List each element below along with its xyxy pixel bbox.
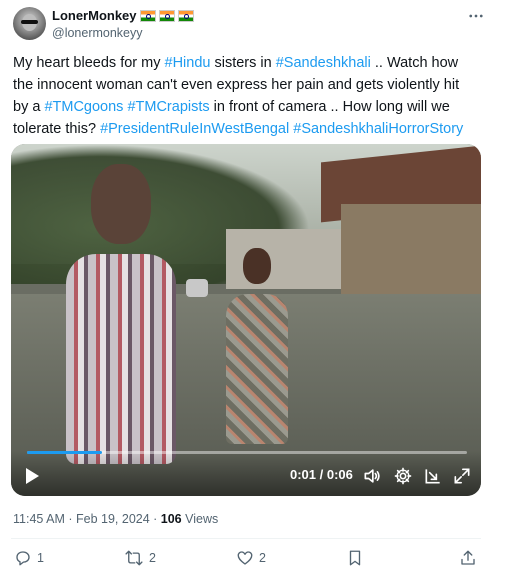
repost-icon xyxy=(125,550,143,566)
play-button[interactable] xyxy=(21,465,43,487)
actions-divider xyxy=(11,538,481,539)
more-options-button[interactable] xyxy=(466,6,486,26)
reply-icon xyxy=(16,551,30,566)
repost-button[interactable]: 2 xyxy=(124,549,156,567)
video-time-display: 0:01 / 0:06 xyxy=(290,467,353,482)
video-frame-microphone xyxy=(186,279,208,297)
tweet-meta: 11:45 AM · Feb 19, 2024 · 106 Views xyxy=(13,512,218,526)
dock-icon xyxy=(425,469,440,484)
bookmark-icon xyxy=(349,550,361,566)
video-time-separator: / xyxy=(316,467,327,482)
author-display-name[interactable]: LonerMonkey xyxy=(52,8,137,23)
hashtag-link[interactable]: #TMCrapists xyxy=(127,99,209,115)
dock-video-button[interactable] xyxy=(422,465,444,487)
hashtag-link[interactable]: #PresidentRuleInWestBengal xyxy=(100,121,289,137)
tweet-actions-bar: 1 2 2 xyxy=(11,549,481,571)
tweet-time[interactable]: 11:45 AM xyxy=(13,512,65,526)
hashtag-link[interactable]: #SandeshkhaliHorrorStory xyxy=(293,121,463,137)
avatar[interactable] xyxy=(13,7,46,40)
views-label: Views xyxy=(181,512,219,526)
play-icon xyxy=(26,468,39,484)
indian-flag-icon xyxy=(139,9,156,22)
volume-button[interactable] xyxy=(361,465,383,487)
like-count: 2 xyxy=(259,551,266,565)
tweet-text-segment: sisters in xyxy=(210,55,276,71)
expand-icon xyxy=(454,468,470,484)
avatar-sunglasses xyxy=(21,20,38,24)
video-frame-woman xyxy=(226,294,288,444)
fullscreen-button[interactable] xyxy=(451,465,473,487)
video-frame-man xyxy=(66,254,176,464)
video-frame-man-head xyxy=(91,164,151,244)
indian-flag-icon xyxy=(158,9,175,22)
volume-icon xyxy=(364,469,380,483)
video-frame-woman-head xyxy=(243,248,271,284)
tweet-date[interactable]: Feb 19, 2024 xyxy=(76,512,150,526)
video-progress-bar[interactable] xyxy=(27,451,467,454)
tweet-card: LonerMonkey @lonermonkeyy My heart bleed… xyxy=(0,0,521,578)
meta-separator: · xyxy=(149,512,161,526)
meta-separator: · xyxy=(64,512,76,526)
gear-icon xyxy=(394,467,412,485)
repost-count: 2 xyxy=(149,551,156,565)
share-button[interactable] xyxy=(459,549,477,567)
hashtag-link[interactable]: #Sandeshkhali xyxy=(276,55,371,71)
video-current-time: 0:01 xyxy=(290,467,317,482)
hashtag-link[interactable]: #TMCgoons xyxy=(44,99,123,115)
hashtag-link[interactable]: #Hindu xyxy=(165,55,211,71)
video-duration: 0:06 xyxy=(326,467,353,482)
more-horizontal-icon xyxy=(469,14,483,18)
tweet-text: My heart bleeds for my #Hindu sisters in… xyxy=(13,52,483,140)
like-button[interactable]: 2 xyxy=(236,549,266,567)
video-progress-fill xyxy=(27,451,102,454)
author-handle[interactable]: @lonermonkeyy xyxy=(52,26,143,40)
reply-count: 1 xyxy=(37,551,44,565)
video-frame-house xyxy=(341,204,481,304)
reply-button[interactable]: 1 xyxy=(14,549,44,567)
tweet-text-segment: My heart bleeds for my xyxy=(13,55,165,71)
video-player[interactable]: 0:01 / 0:06 xyxy=(11,144,481,496)
bookmark-button[interactable] xyxy=(347,549,363,567)
author-name-row: LonerMonkey xyxy=(52,8,194,23)
indian-flag-icon xyxy=(177,9,194,22)
settings-button[interactable] xyxy=(392,465,414,487)
views-count: 106 xyxy=(160,512,182,526)
heart-icon xyxy=(237,551,253,565)
share-icon xyxy=(461,550,475,565)
